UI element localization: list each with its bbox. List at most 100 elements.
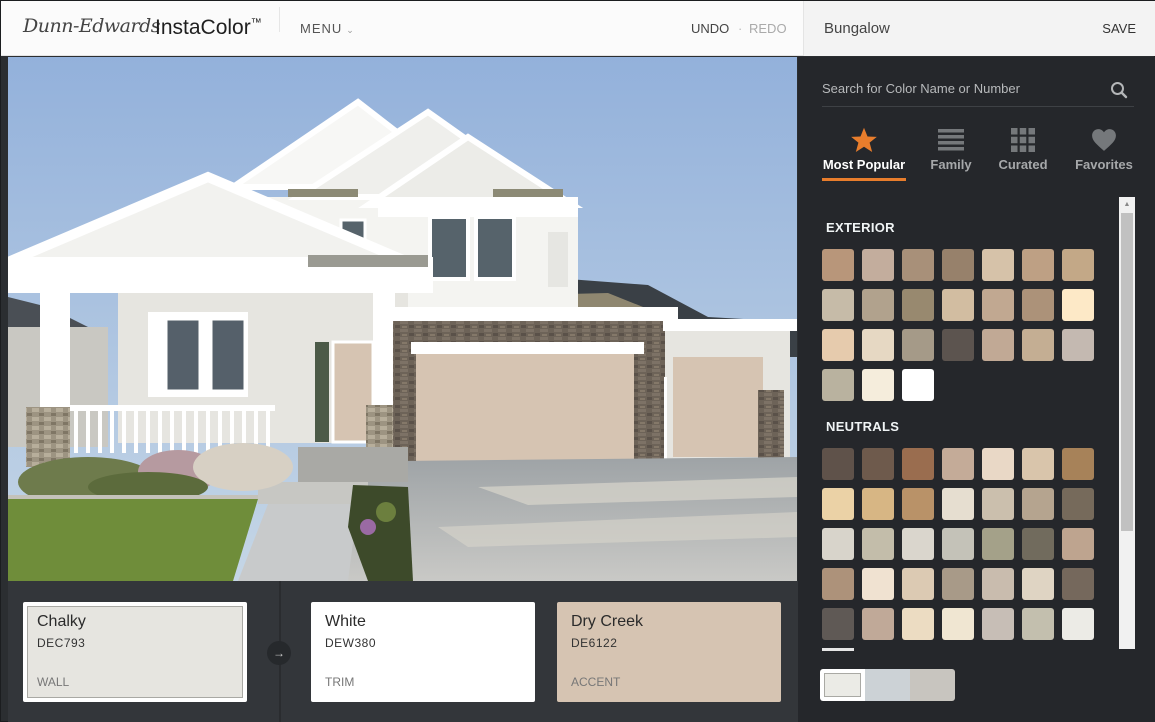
accent-color-card[interactable]: Dry Creek DE6122 ACCENT [557,602,781,702]
brand-logo[interactable]: Dunn-Edwards [23,15,160,37]
tab-label: Most Popular [822,157,906,172]
list-icon [938,129,964,151]
undo-button[interactable]: UNDO [691,21,729,36]
color-swatch[interactable] [862,608,894,640]
color-swatch[interactable] [1062,568,1094,600]
color-swatch[interactable] [822,329,854,361]
color-swatch[interactable] [1062,329,1094,361]
palette-tabs: Most Popular Family Curated Favorites [818,125,1138,185]
chevron-down-icon: ⌄ [346,25,355,35]
color-swatch[interactable] [982,329,1014,361]
scroll-up-arrow-icon[interactable]: ▲ [1119,197,1135,213]
color-swatch[interactable] [1022,488,1054,520]
color-swatch[interactable] [862,528,894,560]
color-swatch[interactable] [902,448,934,480]
color-swatch[interactable] [822,249,854,281]
project-name[interactable]: Bungalow [824,20,890,37]
search-icon[interactable] [1110,81,1128,99]
color-swatch[interactable] [982,289,1014,321]
color-swatch[interactable] [822,369,854,401]
color-code: DEC793 [37,636,86,650]
color-name: White [325,613,366,630]
color-swatch[interactable] [822,488,854,520]
color-swatch[interactable] [862,369,894,401]
color-swatch[interactable] [822,289,854,321]
color-swatch[interactable] [1062,608,1094,640]
color-swatch[interactable] [982,488,1014,520]
color-swatch[interactable] [982,448,1014,480]
save-button[interactable]: SAVE [1102,21,1136,36]
menu-button[interactable]: MENU ⌄ [300,21,355,36]
project-bar: Bungalow SAVE [803,1,1155,56]
recent-color-swatch[interactable] [820,669,865,701]
color-swatch[interactable] [822,448,854,480]
color-swatch[interactable] [1022,528,1054,560]
color-swatch[interactable] [942,488,974,520]
header-divider [279,7,280,32]
color-swatch[interactable] [1022,249,1054,281]
color-swatch[interactable] [942,329,974,361]
color-swatch[interactable] [942,608,974,640]
search-input[interactable] [822,81,1092,96]
garage-door-right [673,357,763,457]
color-swatch[interactable] [942,249,974,281]
color-swatch[interactable] [1062,249,1094,281]
color-swatch[interactable] [902,608,934,640]
lawn [8,497,258,581]
house-illustration [8,57,797,581]
color-swatch[interactable] [902,369,934,401]
search-bar [822,75,1134,107]
color-swatch[interactable] [902,249,934,281]
tab-favorites[interactable]: Favorites [1074,125,1134,183]
color-swatch[interactable] [862,488,894,520]
tab-family[interactable]: Family [928,125,974,183]
color-swatch[interactable] [982,568,1014,600]
redo-button[interactable]: REDO [749,21,787,36]
color-swatch[interactable] [1022,329,1054,361]
tab-curated[interactable]: Curated [996,125,1050,183]
color-swatch[interactable] [862,289,894,321]
color-swatch[interactable] [902,528,934,560]
scrollbar-thumb[interactable] [1121,213,1133,531]
color-swatch[interactable] [982,249,1014,281]
color-swatch[interactable] [902,568,934,600]
color-swatch[interactable] [942,448,974,480]
color-swatch[interactable] [982,608,1014,640]
trim-color-card[interactable]: White DEW380 TRIM [311,602,535,702]
color-swatch[interactable] [862,568,894,600]
color-swatch[interactable] [902,488,934,520]
app-window: Dunn-Edwards InstaColor™ MENU ⌄ UNDO · RE… [0,0,1155,722]
color-swatch[interactable] [902,329,934,361]
color-swatch[interactable] [1022,608,1054,640]
color-code: DE6122 [571,636,618,650]
tab-label: Family [930,157,972,172]
color-swatch[interactable] [942,289,974,321]
product-logo: InstaColor™ [155,16,262,40]
recent-color-swatch[interactable] [910,669,955,701]
arrow-right-icon[interactable]: → [267,641,291,665]
trademark-symbol: ™ [250,17,262,29]
color-swatch[interactable] [822,528,854,560]
color-swatch[interactable] [1062,448,1094,480]
tab-label: Curated [998,157,1048,172]
color-swatch[interactable] [1022,448,1054,480]
color-swatch[interactable] [1022,289,1054,321]
color-swatch[interactable] [862,249,894,281]
color-swatch[interactable] [862,448,894,480]
recent-color-swatch[interactable] [865,669,910,701]
color-swatch[interactable] [822,608,854,640]
wall-color-card[interactable]: Chalky DEC793 WALL [23,602,247,702]
house-preview-image[interactable] [8,57,797,581]
color-swatch[interactable] [942,568,974,600]
tab-most-popular[interactable]: Most Popular [822,125,906,183]
palette-scrollbar[interactable]: ▲ [1119,197,1135,649]
color-swatch[interactable] [942,528,974,560]
color-swatch[interactable] [1062,528,1094,560]
color-swatch[interactable] [982,528,1014,560]
color-swatch[interactable] [1022,568,1054,600]
color-swatch[interactable] [822,568,854,600]
color-swatch[interactable] [1062,488,1094,520]
color-swatch[interactable] [902,289,934,321]
color-swatch[interactable] [1062,289,1094,321]
color-swatch[interactable] [862,329,894,361]
